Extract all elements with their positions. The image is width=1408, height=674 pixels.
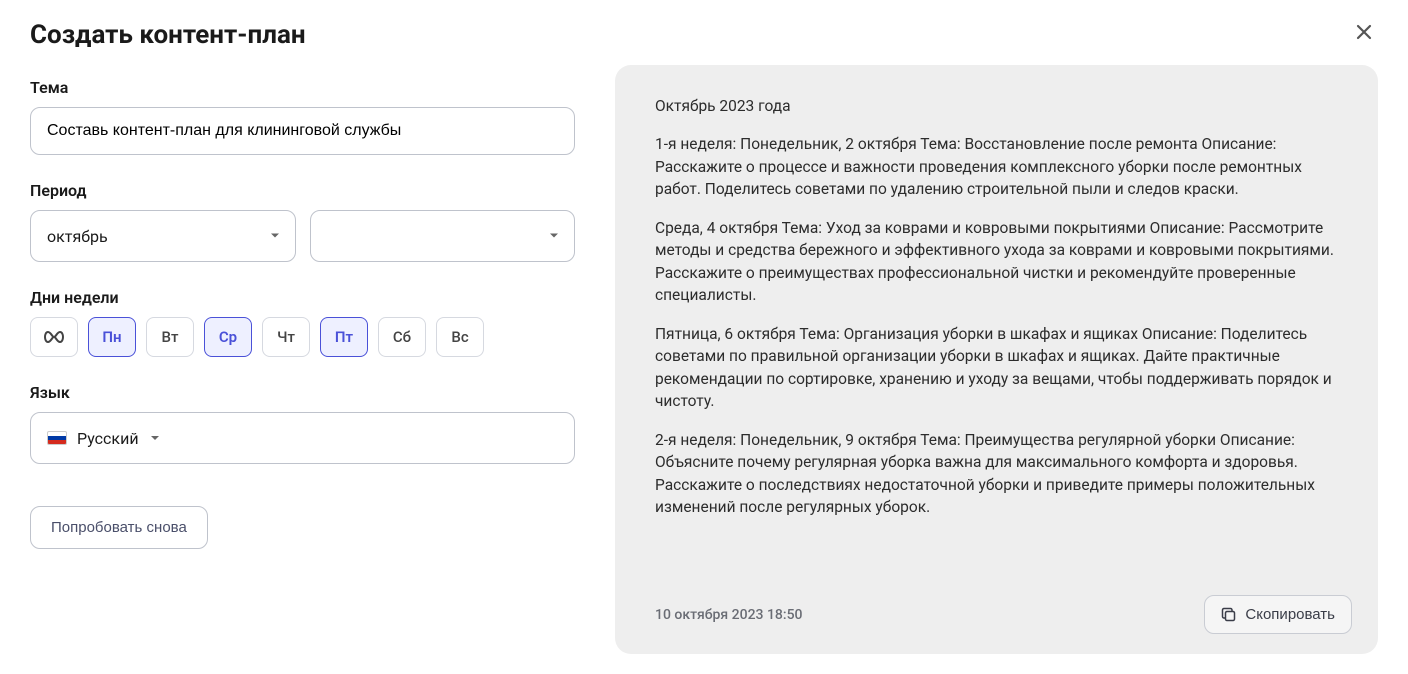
- output-text[interactable]: Октябрь 2023 года 1-я неделя: Понедельник…: [655, 95, 1360, 577]
- day-btn-fri[interactable]: Пт: [320, 317, 368, 357]
- day-btn-label: Вс: [451, 328, 468, 346]
- copy-icon: [1221, 607, 1237, 623]
- retry-button[interactable]: Попробовать снова: [30, 506, 208, 549]
- day-btn-all[interactable]: [30, 317, 78, 357]
- modal-title: Создать контент-план: [30, 20, 575, 50]
- copy-button-label: Скопировать: [1245, 606, 1335, 623]
- day-btn-wed[interactable]: Ср: [204, 317, 252, 357]
- topic-label: Тема: [30, 78, 575, 97]
- topic-input[interactable]: [30, 107, 575, 155]
- retry-button-label: Попробовать снова: [51, 519, 187, 536]
- output-panel: Октябрь 2023 года 1-я неделя: Понедельник…: [615, 65, 1378, 654]
- caret-down-icon: [149, 429, 161, 448]
- language-label: Язык: [30, 383, 575, 402]
- form-panel: Создать контент-план Тема Период октябрь: [30, 20, 575, 654]
- day-btn-mon[interactable]: Пн: [88, 317, 136, 357]
- close-button[interactable]: [1350, 18, 1378, 46]
- day-btn-tue[interactable]: Вт: [146, 317, 194, 357]
- day-btn-sat[interactable]: Сб: [378, 317, 426, 357]
- infinity-icon: [42, 330, 66, 344]
- caret-down-icon: [269, 227, 281, 246]
- language-select[interactable]: Русский: [30, 412, 575, 464]
- days-row: Пн Вт Ср Чт Пт Сб Вс: [30, 317, 575, 357]
- language-value: Русский: [77, 429, 139, 448]
- output-paragraph: Октябрь 2023 года: [655, 95, 1338, 117]
- caret-down-icon: [548, 227, 560, 246]
- output-paragraph: Пятница, 6 октября Тема: Организация убо…: [655, 323, 1338, 413]
- output-paragraph: Среда, 4 октября Тема: Уход за коврами и…: [655, 217, 1338, 307]
- period-month-select[interactable]: октябрь: [30, 210, 296, 262]
- day-btn-label: Сб: [393, 328, 411, 346]
- period-label: Период: [30, 181, 575, 200]
- output-timestamp: 10 октября 2023 18:50: [655, 607, 803, 623]
- day-btn-sun[interactable]: Вс: [436, 317, 484, 357]
- day-btn-label: Пн: [102, 328, 121, 346]
- flag-ru-icon: [47, 431, 67, 445]
- copy-button[interactable]: Скопировать: [1204, 595, 1352, 634]
- period-year-select[interactable]: [310, 210, 576, 262]
- close-icon: [1354, 22, 1374, 42]
- output-paragraph: 1-я неделя: Понедельник, 2 октября Тема:…: [655, 133, 1338, 200]
- days-label: Дни недели: [30, 288, 575, 307]
- day-btn-thu[interactable]: Чт: [262, 317, 310, 357]
- day-btn-label: Ср: [219, 328, 237, 346]
- day-btn-label: Пт: [335, 328, 353, 346]
- day-btn-label: Вт: [162, 328, 179, 346]
- period-month-value: октябрь: [47, 227, 108, 246]
- day-btn-label: Чт: [277, 328, 295, 346]
- output-paragraph: 2-я неделя: Понедельник, 9 октября Тема:…: [655, 429, 1338, 519]
